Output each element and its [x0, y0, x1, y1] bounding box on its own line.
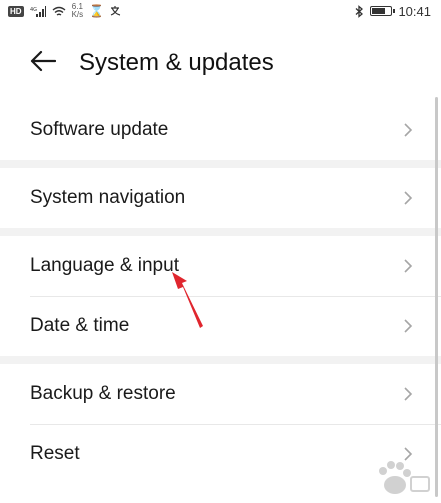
backup-restore-item[interactable]: Backup & restore [0, 364, 441, 424]
row-divider [30, 296, 441, 297]
svg-text:4G: 4G [30, 7, 37, 13]
row-divider [30, 424, 441, 425]
date-time-item[interactable]: Date & time [0, 296, 441, 356]
settings-group-3: Language & input Date & time [0, 236, 441, 356]
language-input-label: Language & input [30, 255, 179, 276]
chevron-right-icon [404, 259, 413, 273]
status-bar: HD 4G 6.1 K/s ⌛ 10:41 [0, 0, 441, 22]
date-time-label: Date & time [30, 315, 130, 336]
chevron-right-icon [404, 123, 413, 137]
software-update-label: Software update [30, 119, 169, 140]
bluetooth-icon [356, 4, 364, 18]
network-speed-unit: K/s [71, 10, 84, 19]
app-header: System & updates [0, 22, 441, 100]
language-input-item[interactable]: Language & input [0, 236, 441, 296]
backup-restore-label: Backup & restore [30, 383, 176, 404]
software-update-item[interactable]: Software update [0, 100, 441, 160]
cellular-signal-icon: 4G [30, 5, 46, 17]
settings-group-1: Software update [0, 100, 441, 160]
reset-label: Reset [30, 443, 80, 464]
battery-level [372, 8, 386, 14]
chevron-right-icon [404, 191, 413, 205]
system-navigation-label: System navigation [30, 187, 186, 208]
battery-icon [370, 6, 396, 16]
settings-group-2: System navigation [0, 168, 441, 228]
chevron-right-icon [404, 319, 413, 333]
baidu-paw-logo-icon [379, 461, 430, 494]
status-time: 10:41 [398, 3, 431, 19]
system-navigation-item[interactable]: System navigation [0, 168, 441, 228]
wifi-icon [52, 6, 66, 16]
chevron-right-icon [404, 387, 413, 401]
translate-icon [110, 6, 121, 16]
network-speed: 6.1 K/s [72, 3, 84, 19]
hourglass-icon: ⌛ [89, 4, 105, 18]
back-arrow-icon[interactable] [30, 50, 56, 72]
scrollbar[interactable] [435, 97, 438, 497]
status-left: HD 4G 6.1 K/s ⌛ [8, 3, 122, 19]
page-title: System & updates [79, 49, 274, 76]
status-right: 10:41 [355, 4, 431, 19]
hd-badge: HD [8, 5, 24, 17]
